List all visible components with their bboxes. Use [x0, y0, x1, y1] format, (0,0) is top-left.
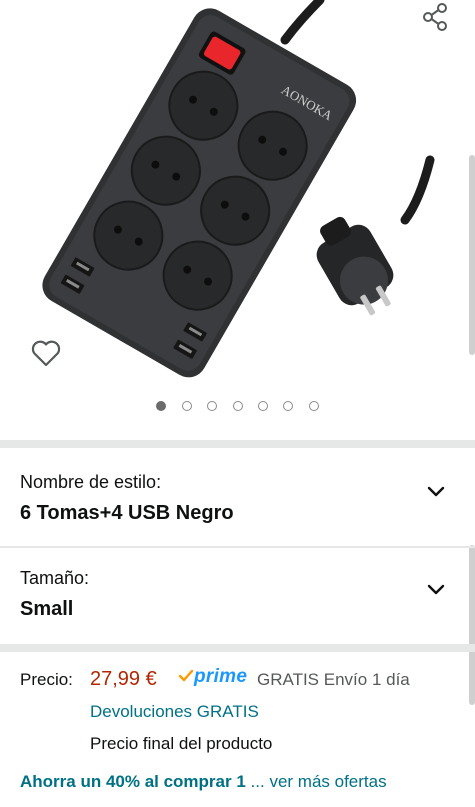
product-image-carousel[interactable]: AONOKA	[0, 0, 475, 440]
share-icon[interactable]	[421, 2, 451, 32]
price-value: 27,99 €	[90, 668, 157, 690]
section-divider	[0, 440, 475, 448]
scrollbar-thumb[interactable]	[469, 155, 475, 355]
carousel-dot[interactable]	[232, 401, 243, 411]
prime-check-icon	[178, 669, 194, 682]
size-selector[interactable]: Tamaño: Small	[0, 548, 475, 644]
offers-bold-text: Ahorra un 40% al comprar 1	[20, 772, 246, 791]
product-image: AONOKA	[42, 0, 435, 378]
carousel-dot[interactable]	[181, 401, 192, 411]
final-price-note: Precio final del producto	[90, 734, 273, 753]
carousel-dot[interactable]	[283, 401, 294, 411]
carousel-dot[interactable]	[257, 401, 268, 411]
free-returns-link[interactable]: Devoluciones GRATIS	[90, 702, 259, 722]
style-value: 6 Tomas+4 USB Negro	[20, 502, 234, 524]
carousel-dot[interactable]	[156, 401, 167, 411]
size-value: Small	[20, 598, 74, 620]
offers-more-text: ... ver más ofertas	[250, 772, 387, 791]
carousel-dot[interactable]	[308, 401, 319, 411]
size-label: Tamaño:	[20, 568, 90, 588]
heart-icon[interactable]	[30, 338, 62, 368]
shipping-info: GRATIS Envío 1 día	[257, 670, 410, 689]
prime-badge: prime	[178, 666, 247, 690]
carousel-dot[interactable]	[207, 401, 218, 411]
style-label: Nombre de estilo:	[20, 472, 162, 492]
chevron-down-icon[interactable]	[427, 584, 445, 596]
offers-link[interactable]: Ahorra un 40% al comprar 1 ... ver más o…	[20, 772, 387, 792]
chevron-down-icon[interactable]	[427, 486, 445, 498]
image-carousel-indicator	[0, 398, 475, 416]
section-divider	[0, 644, 475, 652]
style-selector[interactable]: Nombre de estilo: 6 Tomas+4 USB Negro	[0, 448, 475, 546]
prime-label: prime	[194, 666, 248, 687]
price-label: Precio:	[20, 670, 73, 689]
